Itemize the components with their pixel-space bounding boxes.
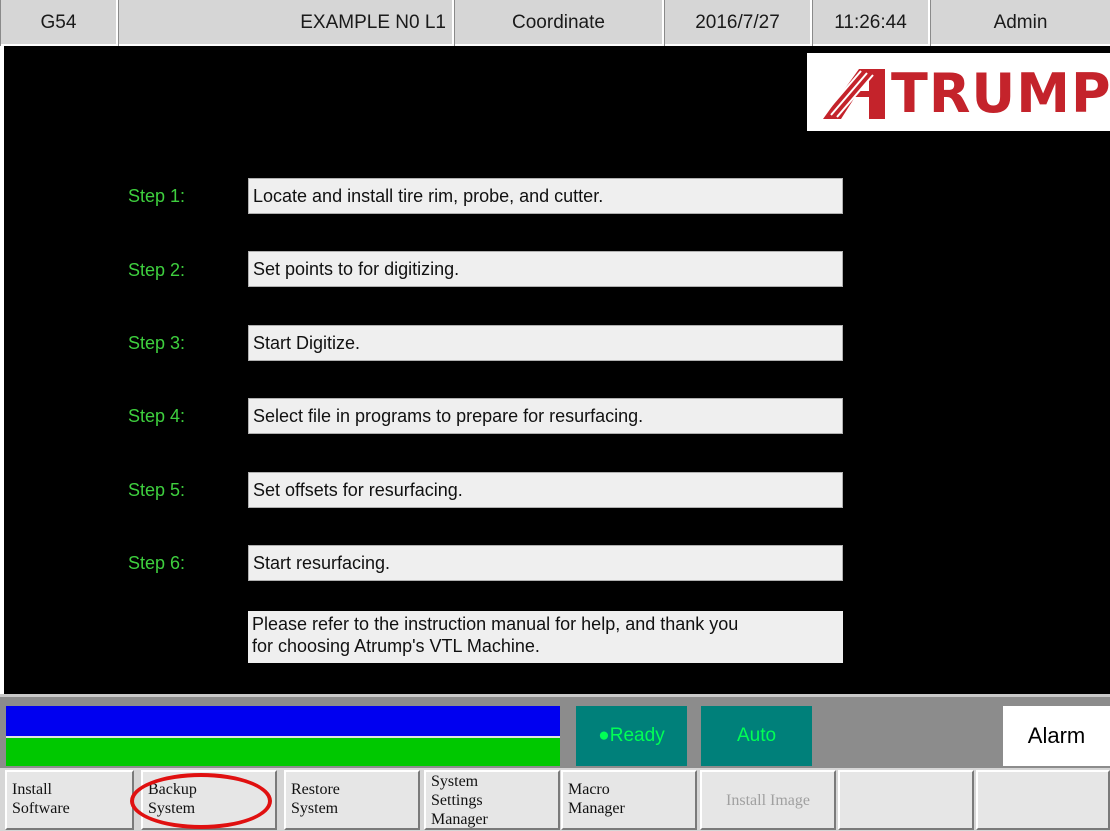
step-1-text: Locate and install tire rim, probe, and … xyxy=(248,178,843,214)
function-key-7[interactable] xyxy=(838,770,974,830)
step-5-label: Step 5: xyxy=(128,480,186,500)
step-2-text: Set points to for digitizing. xyxy=(248,251,843,287)
button-label-line-2: System xyxy=(291,800,339,817)
program-name: EXAMPLE N0 L1 xyxy=(118,0,454,46)
atrump-logo: TRUMP xyxy=(807,53,1110,131)
help-note-line-2: for choosing Atrump's VTL Machine. xyxy=(252,636,540,656)
step-1-label: Step 1: xyxy=(128,186,186,206)
button-label-line-1: System xyxy=(431,773,479,790)
help-note: Please refer to the instruction manual f… xyxy=(248,611,843,663)
button-label-line-3: Manager xyxy=(431,811,488,828)
help-note-line-1: Please refer to the instruction manual f… xyxy=(252,614,739,634)
mode-label: Coordinate xyxy=(454,0,664,46)
install-software-button[interactable]: Install Software xyxy=(5,770,134,830)
step-3-text: Start Digitize. xyxy=(248,325,843,361)
logo-text: TRUMP xyxy=(891,62,1110,125)
step-6-text: Start resurfacing. xyxy=(248,545,843,581)
function-key-8[interactable] xyxy=(976,770,1110,830)
progress-bar-top xyxy=(6,706,560,736)
button-label-line-1: Install xyxy=(12,781,52,798)
button-label-line-2: Manager xyxy=(568,800,625,817)
system-settings-manager-button[interactable]: System Settings Manager xyxy=(424,770,560,830)
step-6-label: Step 6: xyxy=(128,553,186,573)
install-image-button[interactable]: Install Image xyxy=(700,770,836,830)
button-label-line-2: Settings xyxy=(431,792,483,809)
top-status-bar: G54 EXAMPLE N0 L1 Coordinate 2016/7/27 1… xyxy=(0,0,1110,46)
step-5-text: Set offsets for resurfacing. xyxy=(248,472,843,508)
step-4-label: Step 4: xyxy=(128,406,186,426)
step-3-label: Step 3: xyxy=(128,333,186,353)
work-offset: G54 xyxy=(0,0,118,46)
logo-mark-icon xyxy=(823,69,885,119)
time-display: 11:26:44 xyxy=(812,0,930,46)
date-display: 2016/7/27 xyxy=(664,0,812,46)
button-label-line-1: Backup xyxy=(148,781,197,798)
restore-system-button[interactable]: Restore System xyxy=(284,770,420,830)
ready-indicator: ●Ready xyxy=(576,706,687,766)
auto-mode-indicator: Auto xyxy=(701,706,812,766)
macro-manager-button[interactable]: Macro Manager xyxy=(561,770,697,830)
user-display: Admin xyxy=(930,0,1110,46)
function-key-bar: Install Software Backup System Restore S… xyxy=(0,768,1110,831)
status-panel: ●Ready Auto Alarm xyxy=(0,694,1110,768)
button-label-line-1: Restore xyxy=(291,781,340,798)
button-label-line-2: System xyxy=(148,800,196,817)
progress-bar-bottom xyxy=(6,738,560,766)
main-panel: TRUMP Step 1: Locate and install tire ri… xyxy=(4,46,1110,694)
step-4-text: Select file in programs to prepare for r… xyxy=(248,398,843,434)
button-label-line-1: Install Image xyxy=(726,791,810,809)
button-label-line-2: Software xyxy=(12,800,70,817)
button-label-line-1: Macro xyxy=(568,781,610,798)
step-2-label: Step 2: xyxy=(128,260,186,280)
alarm-indicator[interactable]: Alarm xyxy=(1003,706,1110,766)
backup-system-button[interactable]: Backup System xyxy=(141,770,277,830)
